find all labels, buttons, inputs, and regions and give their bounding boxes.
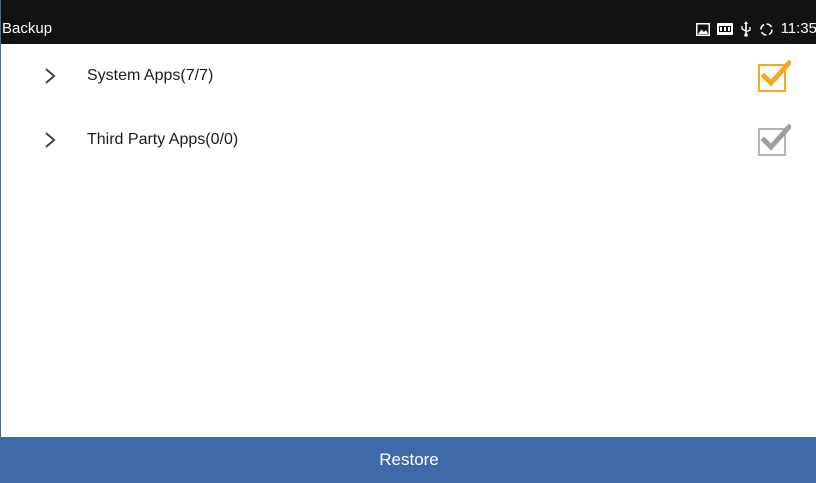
usb-icon	[740, 21, 752, 37]
chevron-right-icon[interactable]	[43, 67, 57, 85]
image-icon	[695, 22, 710, 36]
status-icons: 11:35	[695, 19, 816, 39]
list-item-system-apps[interactable]: System Apps(7/7)	[1, 44, 816, 108]
chevron-right-icon[interactable]	[43, 131, 57, 149]
restore-button[interactable]: Restore	[1, 437, 816, 483]
page-title: Backup	[2, 20, 53, 37]
sync-icon	[759, 22, 774, 37]
ftp-icon	[716, 23, 733, 35]
status-bar: Backup 11:35	[1, 0, 816, 44]
third-party-apps-checkbox[interactable]	[757, 123, 791, 157]
system-apps-checkbox[interactable]	[757, 59, 791, 93]
list-item-label: Third Party Apps(0/0)	[87, 131, 239, 148]
list-item-label: System Apps(7/7)	[87, 67, 214, 84]
status-clock: 11:35	[780, 20, 816, 37]
list-item-third-party-apps[interactable]: Third Party Apps(0/0)	[1, 108, 816, 172]
app-category-list: System Apps(7/7) Third Party Apps(0/0)	[1, 44, 816, 172]
backup-screen: Backup 11:35 System Apps(7/7) Third Part…	[0, 0, 816, 483]
